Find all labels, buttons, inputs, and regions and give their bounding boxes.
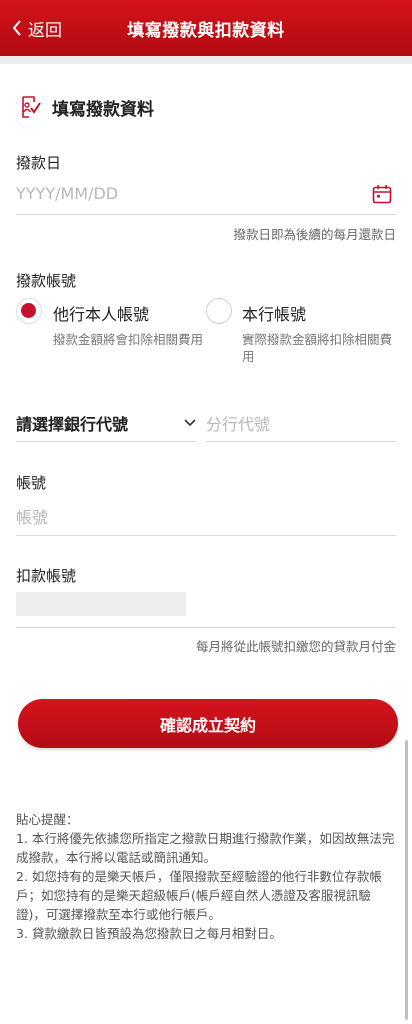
debit-account-hint: 每月將從此帳號扣繳您的貸款月付金 — [195, 639, 396, 654]
section-title: 填寫撥款資料 — [52, 99, 154, 120]
header-divider — [0, 56, 412, 64]
chevron-down-icon — [184, 419, 196, 427]
disbursement-account-label: 撥款帳號 — [16, 272, 77, 290]
radio-desc-this-bank: 實際撥款金額將扣除相關費用 — [242, 332, 393, 364]
disbursement-date-input[interactable]: YYYY/MM/DD — [16, 184, 118, 203]
account-input[interactable]: 帳號 — [16, 504, 48, 528]
radio-desc-other-bank: 撥款金額將會扣除相關費用 — [53, 332, 204, 347]
bank-code-select[interactable]: 請選擇銀行代號 — [16, 405, 196, 441]
branch-code-input[interactable]: 分行代號 — [206, 411, 270, 435]
section-header: 填寫撥款資料 — [18, 94, 154, 120]
debit-account-value — [16, 592, 186, 616]
reminder-notes: 貼心提醒： 1. 本行將優先依據您所指定之撥款日期進行撥款作業，如因故無法完成撥… — [16, 810, 396, 943]
notes-title: 貼心提醒： — [16, 812, 79, 827]
date-underline — [16, 214, 396, 215]
bank-code-select-label: 請選擇銀行代號 — [16, 415, 129, 434]
account-underline — [16, 535, 396, 536]
header-bar: 返回 填寫撥款與扣款資料 — [0, 0, 412, 56]
radio-other-bank-account[interactable] — [16, 298, 42, 324]
note-item: 3. 貸款繳款日皆預設為您撥款日之每月相對日。 — [16, 926, 282, 941]
disbursement-date-label: 撥款日 — [16, 154, 62, 172]
calendar-icon[interactable] — [372, 184, 392, 204]
note-item: 2. 如您持有的是樂天帳戶，僅限撥款至經驗證的他行非數位存款帳戶；如您持有的是樂… — [16, 869, 382, 922]
account-label: 帳號 — [16, 474, 47, 492]
radio-label-other-bank[interactable]: 他行本人帳號 — [53, 301, 149, 325]
note-item: 1. 本行將優先依據您所指定之撥款日期進行撥款作業，如因故無法完成撥款，本行將以… — [16, 831, 395, 865]
debit-account-label: 扣款帳號 — [16, 567, 77, 585]
document-check-icon — [22, 96, 41, 118]
scrollbar[interactable] — [405, 740, 408, 1020]
branch-underline — [206, 441, 396, 442]
radio-this-bank-account[interactable] — [206, 298, 232, 324]
page-title: 填寫撥款與扣款資料 — [127, 21, 285, 41]
disbursement-date-hint: 撥款日即為後續的每月還款日 — [233, 227, 396, 242]
confirm-contract-button[interactable]: 確認成立契約 — [18, 699, 398, 748]
bank-select-underline — [16, 441, 196, 442]
radio-label-this-bank[interactable]: 本行帳號 — [242, 301, 306, 325]
debit-underline — [16, 627, 396, 628]
